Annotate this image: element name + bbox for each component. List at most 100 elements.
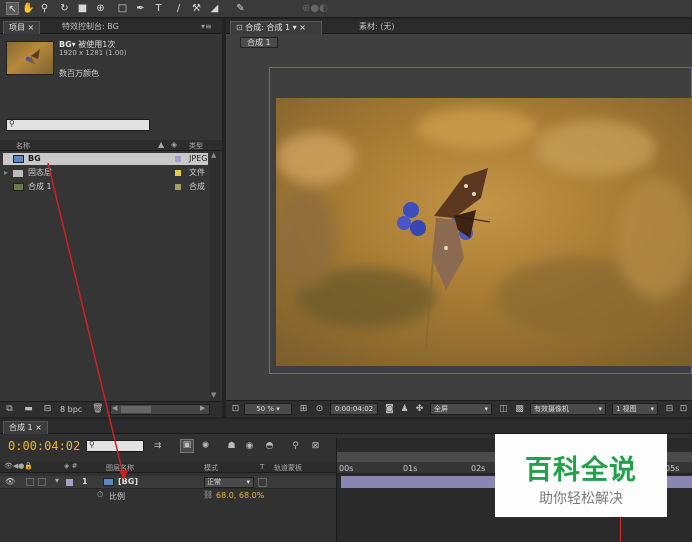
panel-menu-icon[interactable]: ▾≡ [196,21,217,34]
chevron-down-icon: ▾ [650,405,654,413]
type-tool-icon[interactable]: T [152,2,165,15]
brush-tool-icon[interactable]: / [172,2,185,15]
scroll-right-icon[interactable]: ▶ [200,404,205,412]
new-composition-icon[interactable]: ⊟ [42,404,53,415]
transparency-grid-icon[interactable]: ▩ [514,404,525,415]
scroll-up-icon[interactable]: ▲ [211,151,216,159]
layer-name[interactable]: [BG] [118,477,138,486]
list-item[interactable]: ▸ 固态层 文件 [3,167,208,179]
region-of-interest-icon[interactable]: ◫ [498,404,509,415]
interpret-footage-icon[interactable]: ⧉ [4,404,15,415]
column-layer-name[interactable]: 图层名称 [106,463,134,473]
blend-mode-dropdown[interactable]: 正常 ▾ [204,477,254,488]
stopwatch-icon[interactable]: ⏱ [97,490,103,500]
chevron-down-icon: ▾ [274,405,280,413]
column-mode[interactable]: 模式 [204,463,218,473]
motion-blur-icon[interactable]: ◉ [244,441,255,452]
tab-project[interactable]: 项目 × [3,21,41,34]
scroll-thumb[interactable] [121,406,151,413]
eye-icon[interactable]: 👁 [5,477,15,486]
current-time-display[interactable]: 0:00:04:02 [330,403,378,415]
composition-breadcrumb[interactable]: 合成 1 [240,37,278,48]
composition-icon [13,183,24,191]
mask-tool-icon[interactable]: □ [116,2,129,15]
zoom-dropdown[interactable]: 50 % ▾ [244,403,292,415]
sort-ascending-icon[interactable]: ▲ [158,140,164,149]
resolution-dropdown[interactable]: 全屏 ▾ [430,403,492,415]
solo-checkbox[interactable] [26,478,34,486]
project-search-input[interactable]: ⚲ [6,119,150,131]
toggle-pixel-aspect-icon[interactable]: ⊟ [664,404,675,415]
property-row[interactable]: ⏱ 比例 ⛓ 68.0, 68.0% [0,490,336,502]
pen-tool-icon[interactable]: ✒ [134,2,147,15]
column-trkmat[interactable]: 轨道蒙板 [274,463,302,473]
list-item[interactable]: 合成 1 合成 [3,181,208,193]
safe-zones-icon[interactable]: ⊞ [298,404,309,415]
column-name[interactable]: 名称 [16,141,30,151]
eraser-tool-icon[interactable]: ◢ [208,2,221,15]
tab-composition[interactable]: ⊡ 合成: 合成 1 ▾ × [230,21,322,34]
project-hscrollbar[interactable]: ◀ ▶ [110,404,210,415]
selection-tool-icon[interactable]: ↖ [6,2,19,15]
preserve-transparency-checkbox[interactable] [258,478,267,487]
label-swatch[interactable] [66,479,73,486]
column-t[interactable]: T [260,463,264,471]
tab-timeline-comp[interactable]: 合成 1 × [3,421,48,434]
draft-3d-icon[interactable]: ▣ [180,439,194,453]
lock-checkbox[interactable] [38,478,46,486]
label-swatch[interactable] [175,184,181,190]
graph-editor-icon[interactable]: ⚲ [290,441,301,452]
column-type[interactable]: 类型 [189,141,203,151]
mask-visibility-icon[interactable]: ⊙ [314,404,325,415]
av-switches-icon[interactable]: 👁◀●🔒 [4,462,33,470]
timeline-search-input[interactable]: ⚲ [86,440,144,452]
live-update-icon[interactable]: ⊠ [310,441,321,452]
rotate-tool-icon[interactable]: ↻ [58,2,71,15]
view-layout-value: 1 视图 [616,405,637,413]
tab-effect-controls[interactable]: 特效控制台: BG [57,21,124,34]
project-scrollbar[interactable]: ▲ ▼ [210,151,220,401]
label-swatch[interactable] [175,156,181,162]
scale-value[interactable]: 68.0, 68.0% [216,491,264,500]
new-folder-icon[interactable]: ▬ [23,404,34,415]
channel-icon[interactable]: ✤ [414,404,425,415]
dropdown-arrow-icon[interactable]: ▾ × [290,23,306,32]
bit-depth-label[interactable]: 8 bpc [60,405,82,414]
hand-tool-icon[interactable]: ✋ [22,2,35,15]
tab-footage[interactable]: 素材: (无) [354,21,399,34]
trash-icon[interactable]: 🗑 [92,404,103,415]
brainstorm-icon[interactable]: ◓ [264,441,275,452]
fast-preview-icon[interactable]: ⊡ [678,404,689,415]
snapshot-icon[interactable]: ◙ [384,404,395,415]
close-icon[interactable]: × [25,23,35,32]
label-swatch[interactable] [175,170,181,176]
shy-layers-icon[interactable]: ✺ [200,441,211,452]
pan-behind-tool-icon[interactable]: ⊕ [94,2,107,15]
lock-icon[interactable]: ⊡ [236,23,245,32]
scroll-left-icon[interactable]: ◀ [112,404,117,412]
layer-row[interactable]: 👁 ▾ 1 [BG] 正常 ▾ [0,476,336,489]
camera-view-dropdown[interactable]: 有效摄像机 ▾ [530,403,606,415]
label-tag-icon[interactable]: ◈ [171,140,177,149]
always-preview-icon[interactable]: ⊡ [230,404,241,415]
zoom-tool-icon[interactable]: ⚲ [38,2,51,15]
layer-column-header: 👁◀●🔒 ◈ # 图层名称 模式 T 轨道蒙板 [0,462,336,473]
clone-tool-icon[interactable]: ⚒ [190,2,203,15]
project-bottom-bar: ⧉ ▬ ⊟ 8 bpc 🗑 ◀ ▶ [0,401,222,417]
frame-blending-icon[interactable]: ☗ [226,441,237,452]
scroll-down-icon[interactable]: ▼ [211,391,216,399]
list-item[interactable]: BG JPEG [3,153,208,165]
project-tabbar: 项目 × 特效控制台: BG ▾≡ [0,19,222,34]
show-snapshot-icon[interactable]: ♟ [399,404,410,415]
label-column-icon[interactable]: ◈ # [64,462,77,470]
puppet-tool-icon[interactable]: ✎ [234,2,247,15]
close-icon[interactable]: × [33,423,42,432]
watermark-subtitle: 助你轻松解决 [539,491,623,507]
link-icon[interactable]: ⛓ [203,490,213,499]
timeline-timecode[interactable]: 0:00:04:02 [8,439,80,453]
camera-tool-icon[interactable]: ■ [76,2,89,15]
twirl-down-icon[interactable]: ▾ [55,476,59,485]
view-layout-dropdown[interactable]: 1 视图 ▾ [612,403,658,415]
comp-mini-flowchart-icon[interactable]: ⇉ [152,441,163,452]
expand-arrow-icon[interactable]: ▸ [4,167,8,179]
